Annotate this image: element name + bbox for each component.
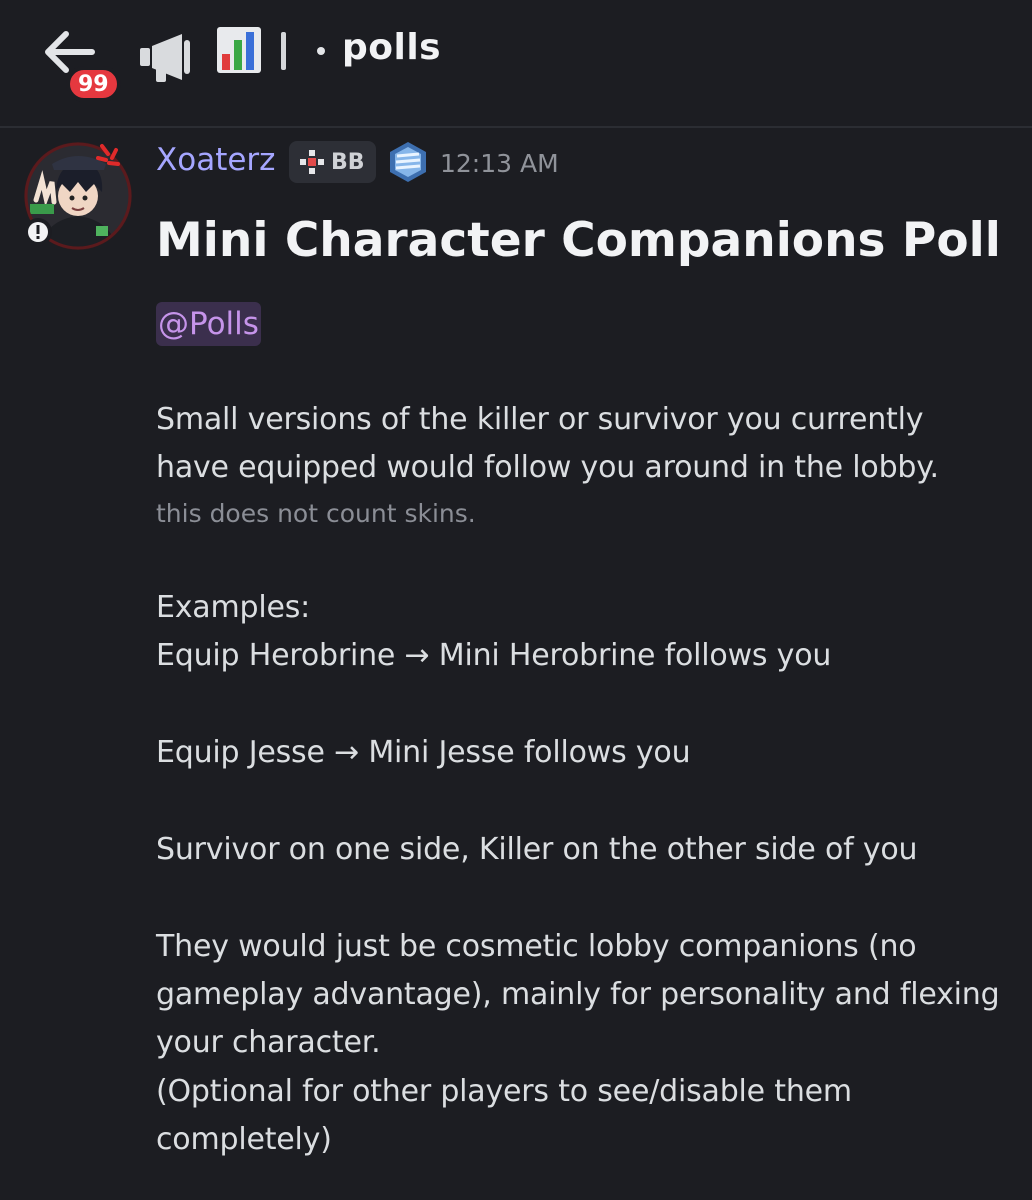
role-mention[interactable]: @Polls: [156, 302, 261, 346]
message-line: (Optional for other players to see/disab…: [156, 1074, 852, 1109]
bar-chart-icon: [217, 27, 261, 73]
unread-badge: 99: [66, 66, 121, 102]
separator: [281, 32, 286, 70]
message-line: completely): [156, 1122, 332, 1157]
message-subtext: this does not count skins.: [156, 499, 476, 528]
message-line: Survivor on one side, Killer on the othe…: [156, 832, 918, 867]
message-timestamp: 12:13 AM: [440, 149, 559, 178]
guild-tag-label: BB: [331, 149, 365, 175]
guild-tag-icon: [300, 150, 324, 174]
user-avatar[interactable]: [22, 140, 134, 252]
message-line: have equipped would follow you around in…: [156, 450, 939, 485]
message-line: gameplay advantage), mainly for personal…: [156, 977, 1000, 1012]
megaphone-icon: [140, 34, 190, 82]
message-title: Mini Character Companions Poll: [156, 213, 1001, 268]
channel-dot: [317, 47, 325, 55]
guild-tag[interactable]: BB: [289, 141, 376, 183]
channel-name[interactable]: polls: [342, 27, 441, 68]
nitro-badge-icon[interactable]: [386, 140, 430, 184]
header-divider: [0, 126, 1032, 128]
message-line: Equip Herobrine → Mini Herobrine follows…: [156, 638, 832, 673]
message-line: They would just be cosmetic lobby compan…: [156, 929, 917, 964]
message-line: Equip Jesse → Mini Jesse follows you: [156, 735, 691, 770]
message-line: Examples:: [156, 590, 311, 625]
channel-header: 99 polls: [0, 0, 1032, 126]
username[interactable]: Xoaterz: [156, 142, 275, 178]
message-line: Small versions of the killer or survivor…: [156, 402, 924, 437]
message-line: your character.: [156, 1025, 381, 1060]
